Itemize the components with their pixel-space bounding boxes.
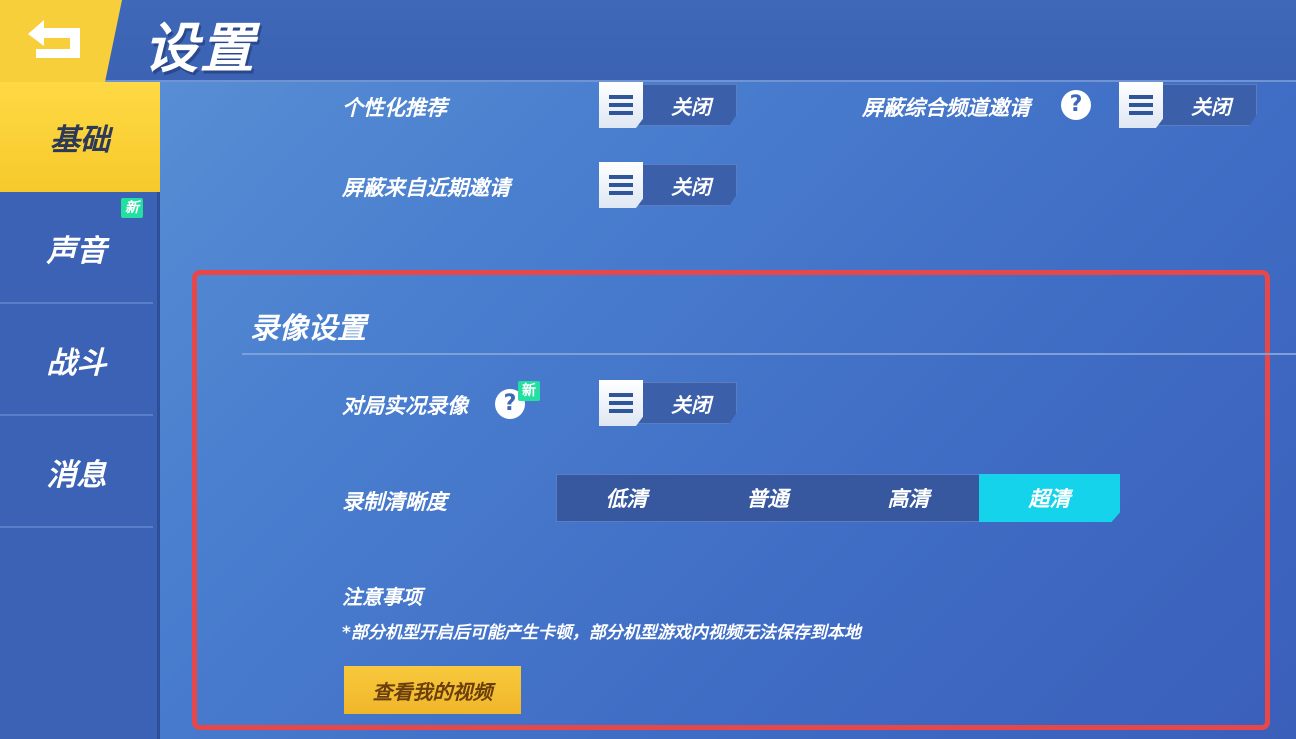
sidebar-item-label: 消息 <box>46 458 107 493</box>
live-record-label: 对局实况录像 <box>342 394 468 418</box>
menu-lines-icon <box>609 393 633 413</box>
toggle-state-label: 关闭 <box>671 392 711 417</box>
notice-text: *部分机型开启后可能产生卡顿，部分机型游戏内视频无法保存到本地 <box>342 623 861 643</box>
quality-option-low[interactable]: 低清 <box>556 474 697 522</box>
sidebar-item-battle[interactable]: 战斗 <box>0 306 153 416</box>
notice-title: 注意事项 <box>342 585 422 609</box>
live-record-toggle[interactable]: 关闭 <box>599 380 737 426</box>
sidebar-item-label: 声音 <box>46 234 107 269</box>
sidebar-item-sound[interactable]: 声音 新 <box>0 194 153 304</box>
personalized-recommend-toggle[interactable]: 关闭 <box>599 82 737 128</box>
recording-section-title: 录像设置 <box>250 311 367 345</box>
back-button[interactable] <box>0 0 122 82</box>
quality-option-normal[interactable]: 普通 <box>697 474 838 522</box>
block-channel-invite-label: 屏蔽综合频道邀请 <box>862 96 1030 120</box>
toggle-state-label: 关闭 <box>671 94 711 119</box>
sidebar-item-message[interactable]: 消息 <box>0 418 153 528</box>
menu-lines-icon <box>609 175 633 195</box>
new-badge: 新 <box>518 381 540 401</box>
header-bar: 设置 <box>0 0 1296 82</box>
page-title: 设置 <box>144 17 256 80</box>
toggle-state-label: 关闭 <box>671 174 711 199</box>
sidebar-item-label: 基础 <box>50 123 110 158</box>
help-icon[interactable]: ? <box>1061 90 1091 120</box>
personalized-recommend-label: 个性化推荐 <box>342 96 447 120</box>
sidebar: 基础 声音 新 战斗 消息 <box>0 82 160 739</box>
back-arrow-icon <box>28 20 80 58</box>
block-recent-invite-toggle[interactable]: 关闭 <box>599 162 737 208</box>
record-quality-label: 录制清晰度 <box>342 490 447 514</box>
sidebar-item-basic[interactable]: 基础 <box>0 82 160 192</box>
menu-lines-icon <box>1129 95 1153 115</box>
quality-option-high[interactable]: 高清 <box>838 474 979 522</box>
block-recent-invite-label: 屏蔽来自近期邀请 <box>342 176 510 200</box>
sidebar-item-label: 战斗 <box>46 346 107 381</box>
toggle-state-label: 关闭 <box>1191 94 1231 119</box>
new-badge: 新 <box>121 198 143 218</box>
record-quality-selector: 低清 普通 高清 超清 <box>556 474 1120 522</box>
menu-lines-icon <box>609 95 633 115</box>
section-divider <box>242 353 1296 355</box>
quality-option-ultra[interactable]: 超清 <box>979 474 1120 522</box>
view-my-videos-button[interactable]: 查看我的视频 <box>344 666 521 714</box>
block-channel-invite-toggle[interactable]: 关闭 <box>1119 82 1257 128</box>
